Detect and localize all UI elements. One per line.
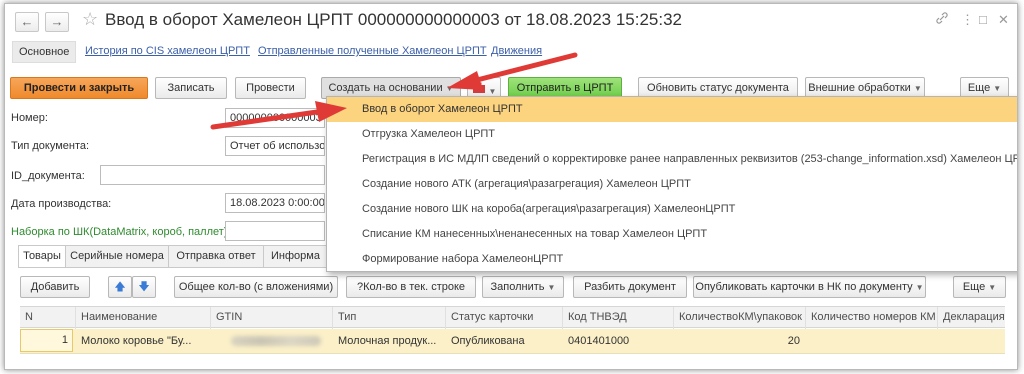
document-window: ← → ☆ Ввод в оборот Хамелеон ЦРПТ 000000… — [4, 3, 1018, 370]
arrow-to-create-button — [447, 52, 578, 90]
arrow-to-menu-item — [210, 101, 347, 130]
annotation-arrows — [210, 52, 578, 130]
